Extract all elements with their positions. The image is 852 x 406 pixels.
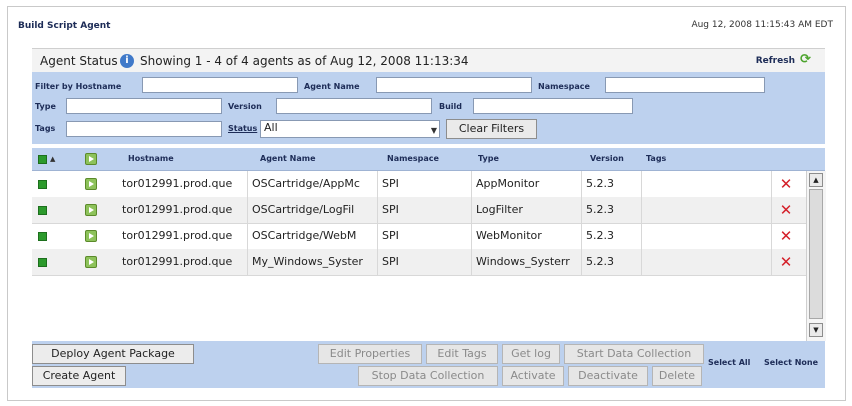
agent-status-bar: Agent Status i Showing 1 - 4 of 4 agents… <box>32 48 825 74</box>
version-cell: 5.2.3 <box>582 223 642 249</box>
sort-ascending-icon[interactable]: ▲ <box>50 155 55 163</box>
tags-cell <box>642 223 772 249</box>
type-cell: AppMonitor <box>472 171 582 197</box>
scrollbar-thumb[interactable] <box>809 189 823 319</box>
table-scrollbar[interactable]: ▲ ▼ <box>806 171 826 341</box>
get-log-button[interactable]: Get log <box>502 344 560 364</box>
agent-name-filter-label: Agent Name <box>304 82 360 91</box>
namespace-cell: SPI <box>378 197 472 223</box>
agent-name-cell: My_Windows_Syster <box>248 249 378 275</box>
version-filter-label: Version <box>228 102 262 111</box>
filter-panel: Filter by Hostname Agent Name Namespace … <box>32 72 825 144</box>
agent-name-cell: OSCartridge/LogFil <box>248 197 378 223</box>
status-column-icon[interactable] <box>38 155 47 164</box>
activate-button[interactable]: Activate <box>502 366 564 386</box>
action-bar: Deploy Agent Package Create Agent Edit P… <box>32 341 825 388</box>
deactivate-button[interactable]: Deactivate <box>568 366 648 386</box>
start-data-collection-button[interactable]: Start Data Collection <box>564 344 704 364</box>
agent-count-summary: Showing 1 - 4 of 4 agents as of Aug 12, … <box>140 54 469 68</box>
table-row[interactable]: tor012991.prod.que My_Windows_Syster SPI… <box>32 249 806 276</box>
hostname-cell: tor012991.prod.que <box>118 171 248 197</box>
green-status-icon <box>38 206 47 215</box>
column-header-tags[interactable]: Tags <box>646 154 666 163</box>
column-header-version[interactable]: Version <box>590 154 624 163</box>
hostname-cell: tor012991.prod.que <box>118 197 248 223</box>
green-status-icon <box>38 258 47 267</box>
status-filter-label: Status <box>228 124 258 133</box>
agent-name-cell: OSCartridge/WebM <box>248 223 378 249</box>
play-icon[interactable] <box>85 178 97 190</box>
build-filter-label: Build <box>439 102 463 111</box>
tags-cell <box>642 249 772 275</box>
refresh-icon[interactable]: ⟳ <box>800 53 813 66</box>
play-column-icon[interactable] <box>85 153 97 165</box>
hostname-filter-label: Filter by Hostname <box>35 82 122 91</box>
table-row[interactable]: tor012991.prod.que OSCartridge/AppMc SPI… <box>32 171 806 198</box>
status-filter-value: All <box>264 121 278 134</box>
refresh-link[interactable]: Refresh <box>756 49 795 73</box>
hostname-filter-input[interactable] <box>142 77 298 93</box>
tags-cell <box>642 171 772 197</box>
stop-data-collection-button[interactable]: Stop Data Collection <box>358 366 498 386</box>
scroll-up-icon[interactable]: ▲ <box>809 173 823 187</box>
agent-name-filter-input[interactable] <box>376 77 532 93</box>
namespace-filter-input[interactable] <box>605 77 765 93</box>
green-status-icon <box>38 232 47 241</box>
page-timestamp: Aug 12, 2008 11:15:43 AM EDT <box>691 20 833 30</box>
delete-x-icon[interactable]: ✕ <box>776 223 796 249</box>
select-all-link[interactable]: Select All <box>708 358 750 367</box>
delete-x-icon[interactable]: ✕ <box>776 249 796 275</box>
table-row[interactable]: tor012991.prod.que OSCartridge/WebM SPI … <box>32 223 806 250</box>
namespace-filter-label: Namespace <box>538 82 590 91</box>
delete-button[interactable]: Delete <box>652 366 702 386</box>
play-icon[interactable] <box>85 230 97 242</box>
type-filter-input[interactable] <box>66 98 222 114</box>
hostname-cell: tor012991.prod.que <box>118 249 248 275</box>
version-cell: 5.2.3 <box>582 171 642 197</box>
tags-filter-input[interactable] <box>66 121 222 137</box>
agent-name-cell: OSCartridge/AppMc <box>248 171 378 197</box>
namespace-cell: SPI <box>378 249 472 275</box>
namespace-cell: SPI <box>378 223 472 249</box>
column-header-type[interactable]: Type <box>478 154 499 163</box>
play-icon[interactable] <box>85 204 97 216</box>
column-header-namespace[interactable]: Namespace <box>387 154 439 163</box>
scroll-down-icon[interactable]: ▼ <box>809 323 823 337</box>
tags-cell <box>642 197 772 223</box>
version-cell: 5.2.3 <box>582 197 642 223</box>
tags-filter-label: Tags <box>35 124 56 133</box>
clear-filters-button[interactable]: Clear Filters <box>446 119 537 139</box>
table-row[interactable]: tor012991.prod.que OSCartridge/LogFil SP… <box>32 197 806 224</box>
page-title: Build Script Agent <box>18 21 111 31</box>
agent-status-label: Agent Status <box>40 54 118 68</box>
select-none-link[interactable]: Select None <box>764 358 818 367</box>
create-agent-button[interactable]: Create Agent <box>32 366 126 386</box>
green-status-icon <box>38 180 47 189</box>
build-filter-input[interactable] <box>473 98 633 114</box>
column-header-hostname[interactable]: Hostname <box>128 154 174 163</box>
agent-table-body: tor012991.prod.que OSCartridge/AppMc SPI… <box>32 171 806 341</box>
chevron-down-icon: ▼ <box>430 126 437 135</box>
agent-table-header: ▲ Hostname Agent Name Namespace Type Ver… <box>32 148 825 171</box>
namespace-cell: SPI <box>378 171 472 197</box>
delete-x-icon[interactable]: ✕ <box>776 197 796 223</box>
type-filter-label: Type <box>35 102 56 111</box>
type-cell: Windows_Systerr <box>472 249 582 275</box>
column-header-agent-name[interactable]: Agent Name <box>260 154 316 163</box>
deploy-agent-package-button[interactable]: Deploy Agent Package <box>32 344 194 364</box>
type-cell: LogFilter <box>472 197 582 223</box>
type-cell: WebMonitor <box>472 223 582 249</box>
edit-properties-button[interactable]: Edit Properties <box>318 344 422 364</box>
delete-x-icon[interactable]: ✕ <box>776 171 796 197</box>
status-filter-select[interactable]: All ▼ <box>260 120 440 138</box>
play-icon[interactable] <box>85 256 97 268</box>
info-icon[interactable]: i <box>120 54 134 68</box>
hostname-cell: tor012991.prod.que <box>118 223 248 249</box>
version-cell: 5.2.3 <box>582 249 642 275</box>
version-filter-input[interactable] <box>276 98 432 114</box>
edit-tags-button[interactable]: Edit Tags <box>426 344 498 364</box>
